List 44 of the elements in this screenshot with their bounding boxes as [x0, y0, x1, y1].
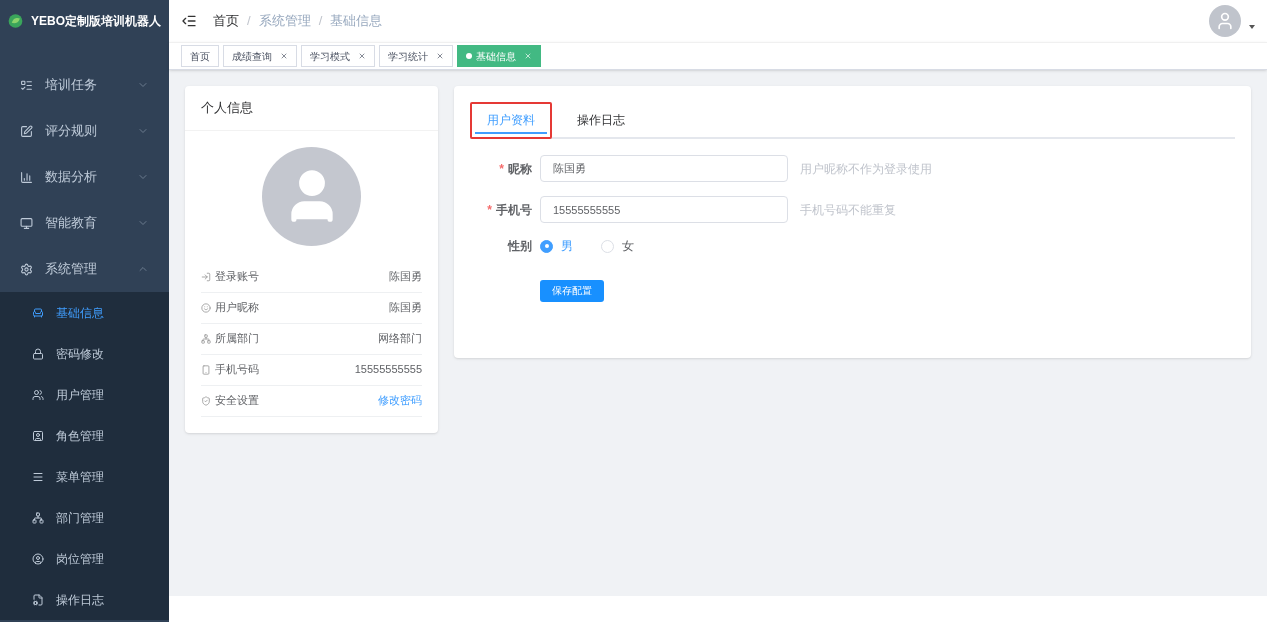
field-value: 陈国勇 — [389, 300, 422, 316]
sidebar-submenu-item[interactable]: 基础信息 — [0, 292, 169, 333]
form-label: 性别 — [506, 238, 533, 255]
form-label: 昵称 — [508, 160, 532, 178]
sidebar-submenu-item[interactable]: 操作日志 — [0, 579, 169, 620]
field-value: 陈国勇 — [389, 269, 422, 285]
breadcrumb-item: 系统管理 — [258, 12, 311, 31]
sidebar-submenu-item[interactable]: 密码修改 — [0, 333, 169, 374]
field-label: 用户昵称 — [215, 300, 259, 316]
tag-tab[interactable]: 首页 — [181, 45, 219, 67]
field-label: 手机号码 — [215, 362, 259, 378]
field-value: 网络部门 — [378, 331, 422, 347]
field-hint: 用户昵称不作为登录使用 — [800, 160, 932, 178]
sidebar-menu-item[interactable]: 智能教育 — [0, 200, 169, 246]
form-label: 手机号 — [496, 201, 532, 219]
tag-tab[interactable]: 成绩查询 — [223, 45, 297, 67]
required-asterisk: * — [499, 160, 504, 178]
field-label: 所属部门 — [215, 331, 259, 347]
brand-title: YEBO定制版培训机器人 — [31, 13, 161, 30]
sidebar-menu-item[interactable]: 数据分析 — [0, 154, 169, 200]
required-asterisk: * — [487, 201, 492, 219]
breadcrumb-item[interactable]: 首页 — [213, 11, 239, 31]
field-label: 登录账号 — [215, 269, 259, 285]
sidebar-submenu-item[interactable]: 菜单管理 — [0, 456, 169, 497]
tab[interactable]: 操作日志 — [565, 108, 637, 134]
field-label: 安全设置 — [215, 393, 259, 409]
sidebar-submenu-item[interactable]: 岗位管理 — [0, 538, 169, 579]
sidebar-menu-item[interactable]: 系统管理 — [0, 246, 169, 292]
sidebar-submenu-item[interactable]: 部门管理 — [0, 497, 169, 538]
field-hint: 手机号码不能重复 — [800, 201, 896, 219]
breadcrumb-separator: / — [318, 12, 323, 31]
tag-tab[interactable]: 学习模式 — [301, 45, 375, 67]
breadcrumb-separator: / — [247, 12, 251, 31]
card-title: 个人信息 — [185, 86, 438, 131]
text-input-field[interactable]: 15555555555 — [540, 196, 788, 223]
sidebar-menu-item[interactable]: 培训任务 — [0, 62, 169, 108]
text-input-field[interactable]: 陈国勇 — [540, 155, 788, 182]
sidebar-menu-item[interactable]: 评分规则 — [0, 108, 169, 154]
tag-tab[interactable]: 学习统计 — [379, 45, 453, 67]
field-value: 15555555555 — [354, 362, 422, 378]
sidebar-submenu-item[interactable]: 角色管理 — [0, 415, 169, 456]
radio-option[interactable]: 女 — [601, 237, 634, 255]
breadcrumb-item: 基础信息 — [330, 12, 383, 31]
sidebar-submenu-item[interactable]: 用户管理 — [0, 374, 169, 415]
